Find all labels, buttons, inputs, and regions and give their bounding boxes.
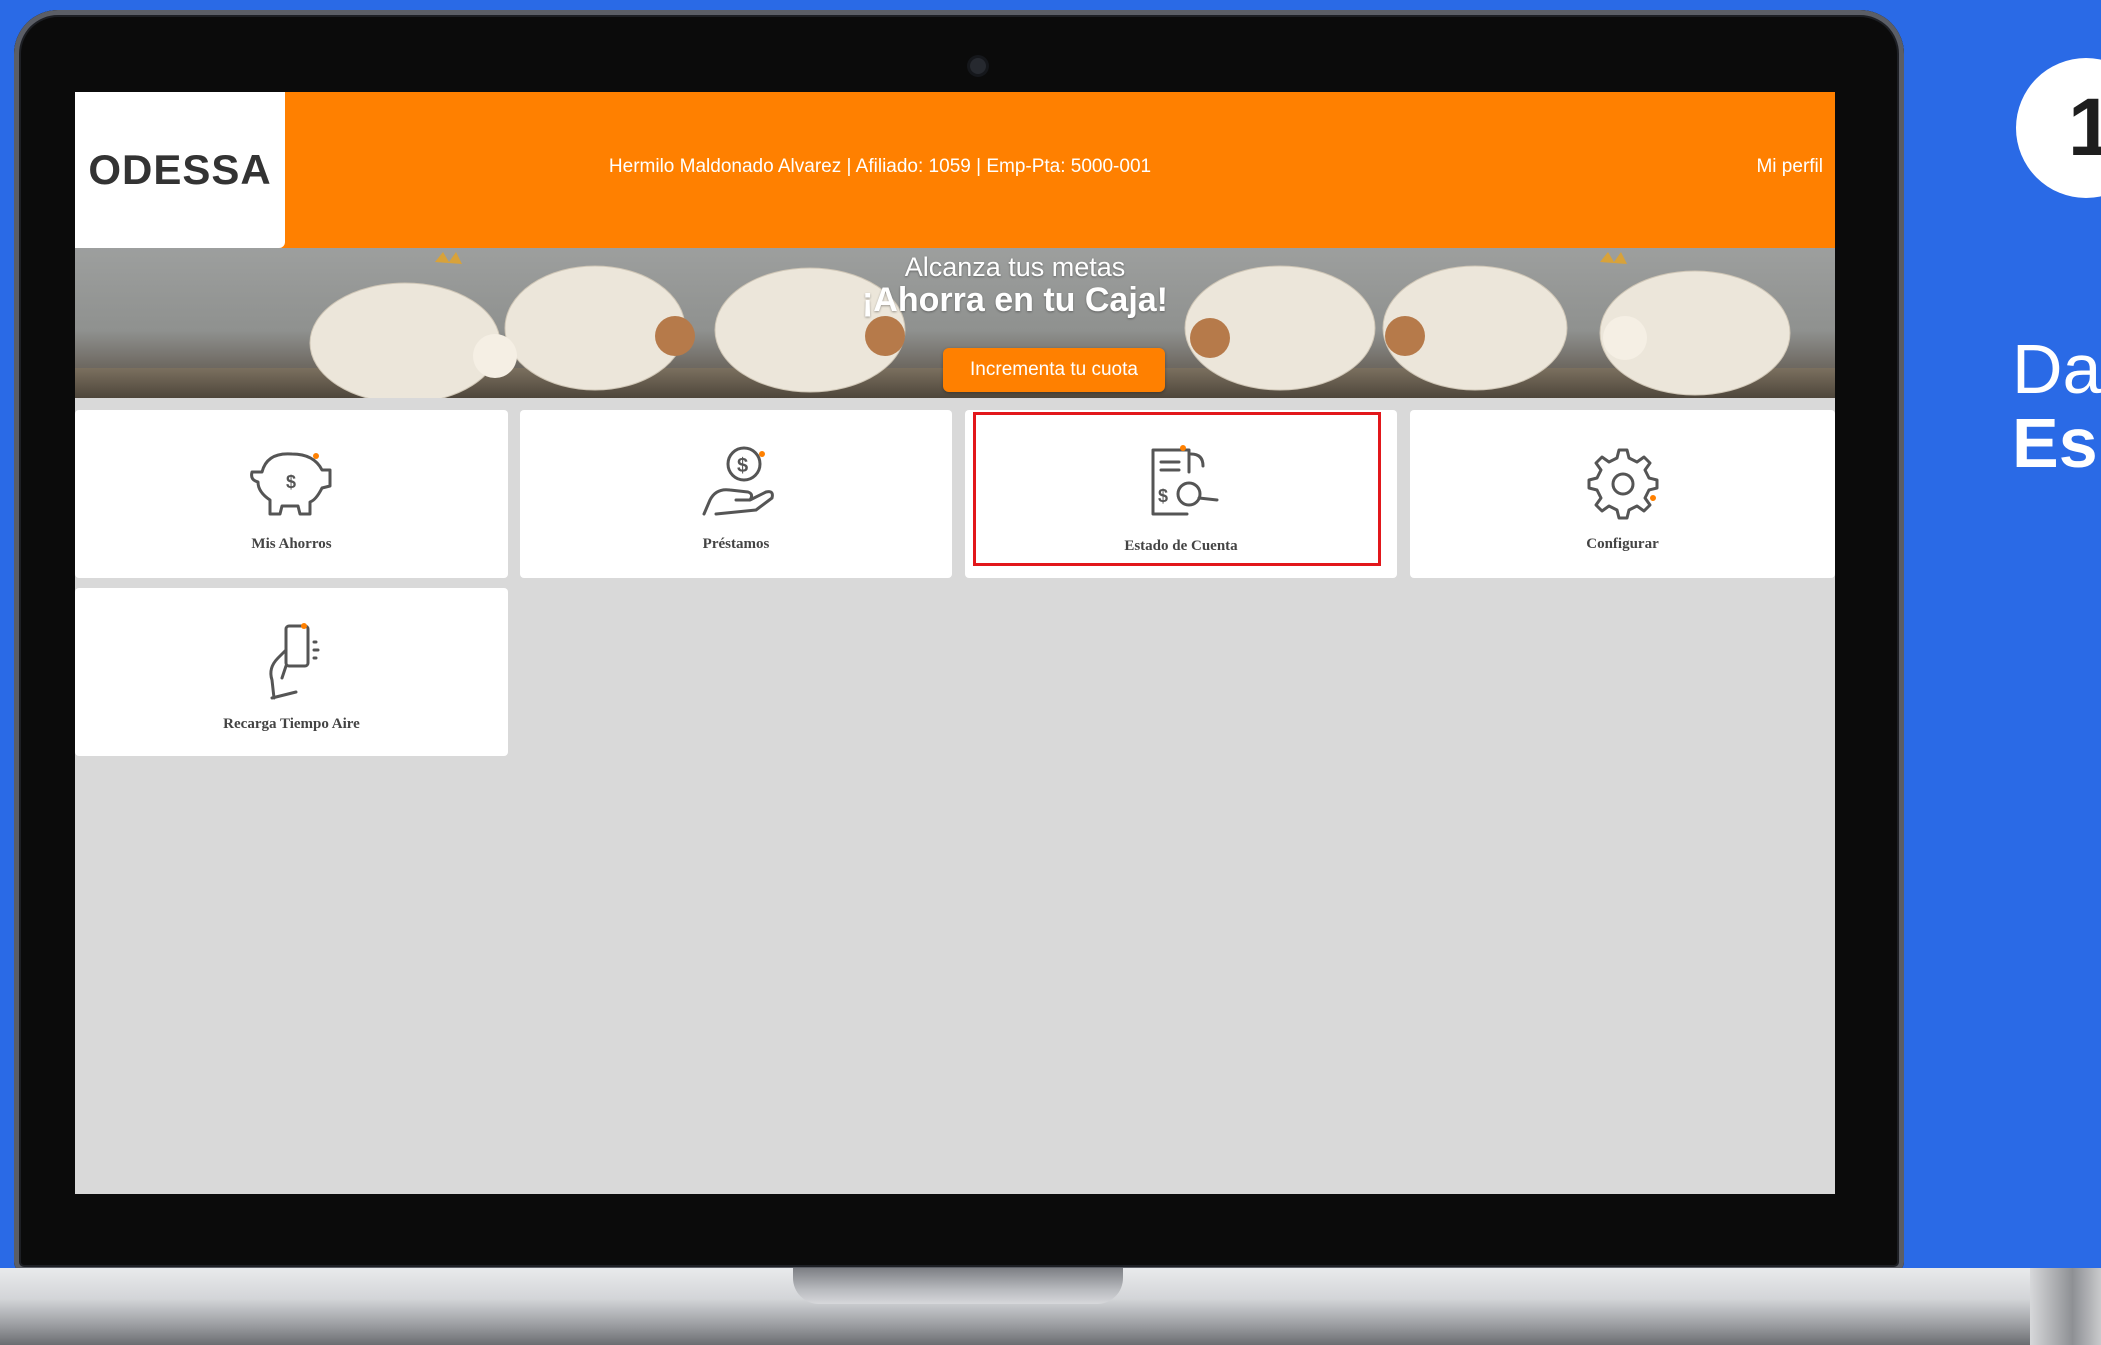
increase-quota-button[interactable]: Incrementa tu cuota (943, 348, 1165, 392)
instruction-title: Da (2012, 330, 2101, 408)
laptop-base-edge (2030, 1268, 2101, 1345)
gear-icon (1587, 448, 1658, 520)
tile-label: Mis Ahorros (251, 536, 332, 552)
highlight-box (973, 412, 1381, 566)
tile-configurar[interactable]: Configurar (1410, 410, 1835, 578)
laptop-notch (793, 1268, 1123, 1304)
tile-mis-ahorros[interactable]: $ Mis Ahorros (75, 410, 508, 578)
piggy-bank-icon: $ (249, 452, 331, 516)
tile-label: Configurar (1586, 536, 1659, 552)
promo-banner[interactable]: Alcanza tus metas ¡Ahorra en tu Caja! In… (75, 248, 1835, 398)
tile-prestamos[interactable]: $ Préstamos (520, 410, 952, 578)
banner-subtitle: Alcanza tus metas (904, 252, 1126, 282)
step-number: 1 (2068, 82, 2101, 173)
hand-coin-icon: $ (702, 446, 774, 516)
banner-title: ¡Ahorra en tu Caja! (861, 281, 1169, 319)
logo[interactable]: ODESSA (75, 92, 285, 248)
instruction-subtitle: Es (2012, 404, 2098, 482)
banner-text: Alcanza tus metas ¡Ahorra en tu Caja! (835, 252, 1195, 318)
app-screen: ODESSA Hermilo Maldonado Alvarez | Afili… (75, 92, 1835, 1194)
app-header: ODESSA Hermilo Maldonado Alvarez | Afili… (75, 92, 1835, 248)
logo-text: ODESSA (88, 146, 272, 193)
tile-label: Préstamos (702, 536, 770, 552)
camera-icon (970, 58, 986, 74)
step-number-badge: 1 (2016, 58, 2101, 198)
svg-text:$: $ (286, 472, 296, 492)
svg-text:$: $ (737, 455, 748, 477)
tile-recarga-tiempo-aire[interactable]: Recarga Tiempo Aire (75, 588, 508, 756)
tile-label: Recarga Tiempo Aire (223, 716, 360, 732)
phone-hand-icon (268, 623, 319, 700)
user-info: Hermilo Maldonado Alvarez | Afiliado: 10… (608, 156, 1152, 177)
profile-link[interactable]: Mi perfil (1756, 156, 1823, 178)
